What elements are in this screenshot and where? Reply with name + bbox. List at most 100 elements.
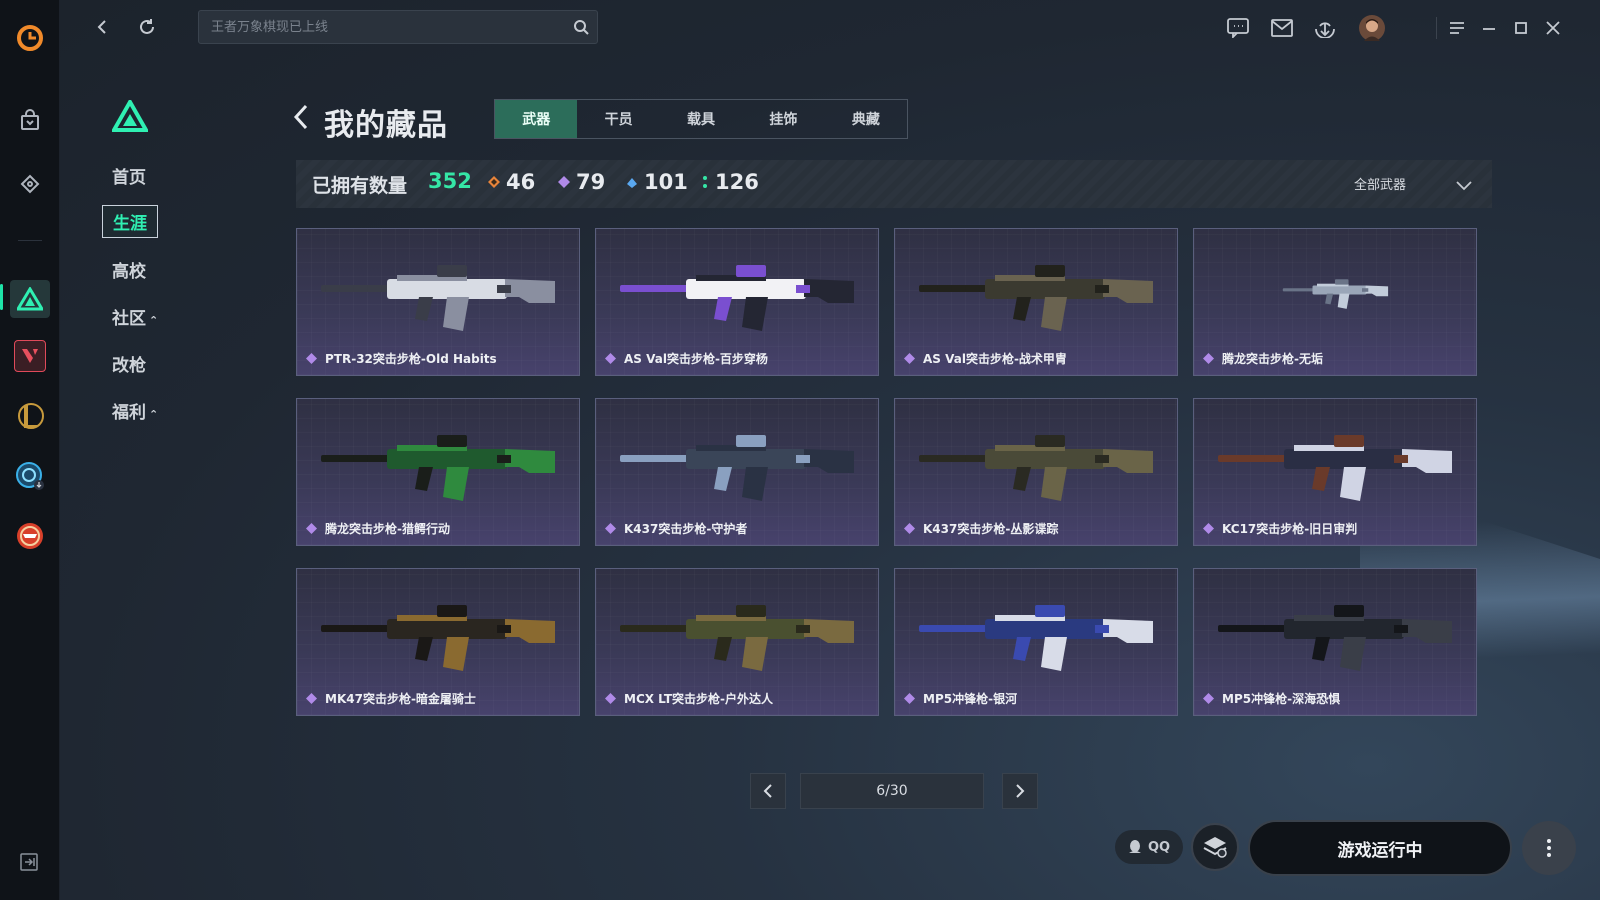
page-back-icon[interactable]	[292, 104, 310, 134]
weapon-card[interactable]: 腾龙突击步枪-猎鳄行动	[296, 398, 580, 546]
weapon-name: MP5冲锋枪-深海恐惧	[1222, 692, 1341, 706]
rarity-diamond-icon	[558, 176, 570, 188]
rarity-diamond-icon	[605, 693, 616, 704]
weapon-image	[620, 435, 854, 501]
page-indicator: 6/30	[800, 773, 984, 809]
weapon-image	[919, 265, 1153, 331]
rarity-diamond-icon	[904, 353, 915, 364]
delta-force-logo-icon	[110, 97, 150, 136]
minimize-icon[interactable]	[1476, 15, 1502, 41]
mail-icon[interactable]	[1269, 15, 1295, 41]
weapon-card[interactable]: AS Val突击步枪-百步穿杨	[595, 228, 879, 376]
owned-count-label: 已拥有数量	[312, 175, 408, 197]
weapon-name: K437突击步枪-丛影谍踪	[923, 522, 1059, 536]
delta-force-game-icon[interactable]	[10, 280, 50, 318]
maximize-icon[interactable]	[1508, 15, 1534, 41]
search-icon[interactable]	[573, 19, 589, 39]
chat-icon[interactable]	[1225, 15, 1251, 41]
weapon-name: KC17突击步枪-旧日审判	[1222, 522, 1358, 536]
search-box	[198, 10, 598, 44]
chevron-left-icon	[763, 784, 772, 798]
nav-item-college[interactable]: 高校	[112, 257, 146, 282]
close-icon[interactable]	[1540, 15, 1566, 41]
league-game-icon[interactable]	[14, 400, 46, 432]
store-bag-icon[interactable]	[14, 104, 46, 136]
rarity-count-purple: 79	[558, 170, 605, 194]
weapon-filter-dropdown[interactable]: 全部武器	[1354, 174, 1406, 193]
main-area: 首页 生涯 高校 社区⌃ 改枪 福利⌃ 我的藏品 武器 干员 载具 挂饰 典藏 …	[60, 0, 1600, 900]
rail-divider	[18, 240, 42, 241]
weapon-card[interactable]: KC17突击步枪-旧日审判	[1193, 398, 1477, 546]
tab-vehicles[interactable]: 载具	[660, 100, 742, 138]
weapon-image	[321, 435, 555, 501]
weapon-image	[620, 605, 854, 671]
back-nav-icon[interactable]	[90, 14, 116, 40]
user-avatar[interactable]	[1359, 15, 1385, 41]
weapon-card[interactable]: 腾龙突击步枪-无垢	[1193, 228, 1477, 376]
prev-page-button[interactable]	[750, 773, 786, 809]
layers-button[interactable]	[1191, 823, 1239, 871]
rarity-diamond-icon	[904, 693, 915, 704]
tab-operators[interactable]: 干员	[577, 100, 659, 138]
nav-item-label: 社区	[112, 309, 146, 329]
rarity-count: 79	[576, 170, 606, 194]
rarity-count: 126	[715, 170, 759, 194]
weapon-image	[1282, 279, 1389, 309]
menu-icon[interactable]	[1444, 15, 1470, 41]
rarity-dots-icon	[703, 176, 707, 188]
chevron-down-icon[interactable]	[1456, 176, 1472, 195]
game-tag-icon[interactable]	[14, 168, 46, 200]
chevron-right-icon	[1016, 784, 1025, 798]
collapse-rail-icon[interactable]	[20, 853, 38, 875]
tab-weapons[interactable]: 武器	[495, 100, 578, 138]
crossfire-game-icon[interactable]	[14, 520, 46, 552]
nav-item-rewards[interactable]: 福利 ⌃	[112, 398, 158, 423]
tab-charms[interactable]: 挂饰	[742, 100, 824, 138]
rarity-diamond-icon	[1203, 523, 1214, 534]
next-page-button[interactable]	[1002, 773, 1038, 809]
refresh-icon[interactable]	[134, 14, 160, 40]
qq-penguin-icon	[1128, 840, 1141, 853]
more-options-button[interactable]	[1522, 821, 1576, 875]
download-manager-icon[interactable]	[1312, 15, 1338, 41]
rarity-diamond-icon	[605, 523, 616, 534]
weapon-card[interactable]: PTR-32突击步枪-Old Habits	[296, 228, 580, 376]
weapon-card[interactable]: MCX LT突击步枪-户外达人	[595, 568, 879, 716]
weapon-name: AS Val突击步枪-战术甲胄	[923, 352, 1067, 366]
top-bar	[60, 0, 1600, 54]
game-running-button[interactable]: 游戏运行中	[1248, 820, 1512, 876]
rarity-diamond-icon	[605, 353, 616, 364]
download-game-icon[interactable]	[14, 460, 46, 492]
nav-item-career[interactable]: 生涯	[102, 205, 158, 238]
rarity-diamond-icon	[627, 178, 637, 188]
weapon-card[interactable]: MK47突击步枪-暗金屠骑士	[296, 568, 580, 716]
rarity-count-blue: 101	[626, 170, 688, 194]
weapon-card[interactable]: K437突击步枪-守护者	[595, 398, 879, 546]
qq-button[interactable]: QQ	[1115, 830, 1183, 864]
weapon-name: MP5冲锋枪-银河	[923, 692, 1018, 706]
valorant-game-icon[interactable]	[14, 340, 46, 372]
collection-stats-bar: 已拥有数量 352 46 79 101 126 全部武器	[296, 160, 1492, 208]
nav-item-gunsmith[interactable]: 改枪	[112, 351, 146, 376]
weapon-name: AS Val突击步枪-百步穿杨	[624, 352, 768, 366]
weapon-card[interactable]: MP5冲锋枪-银河	[894, 568, 1178, 716]
weapon-name: 腾龙突击步枪-猎鳄行动	[325, 522, 450, 536]
app-rail	[0, 0, 60, 900]
weapon-name: MCX LT突击步枪-户外达人	[624, 692, 774, 706]
page-title: 我的藏品	[324, 108, 448, 143]
nav-item-home[interactable]: 首页	[112, 163, 146, 188]
search-input[interactable]	[199, 11, 559, 43]
layers-icon	[1203, 837, 1227, 858]
tab-collection[interactable]: 典藏	[825, 100, 907, 138]
weapon-name: PTR-32突击步枪-Old Habits	[325, 352, 497, 366]
weapon-card[interactable]: K437突击步枪-丛影谍踪	[894, 398, 1178, 546]
nav-item-label: 首页	[112, 168, 146, 188]
weapon-image	[919, 605, 1153, 671]
app-logo-icon[interactable]	[14, 22, 46, 54]
weapon-name: K437突击步枪-守护者	[624, 522, 748, 536]
weapon-card[interactable]: MP5冲锋枪-深海恐惧	[1193, 568, 1477, 716]
rarity-diamond-icon	[306, 693, 317, 704]
nav-item-community[interactable]: 社区 ⌃	[112, 304, 158, 329]
rarity-diamond-icon	[306, 523, 317, 534]
weapon-card[interactable]: AS Val突击步枪-战术甲胄	[894, 228, 1178, 376]
